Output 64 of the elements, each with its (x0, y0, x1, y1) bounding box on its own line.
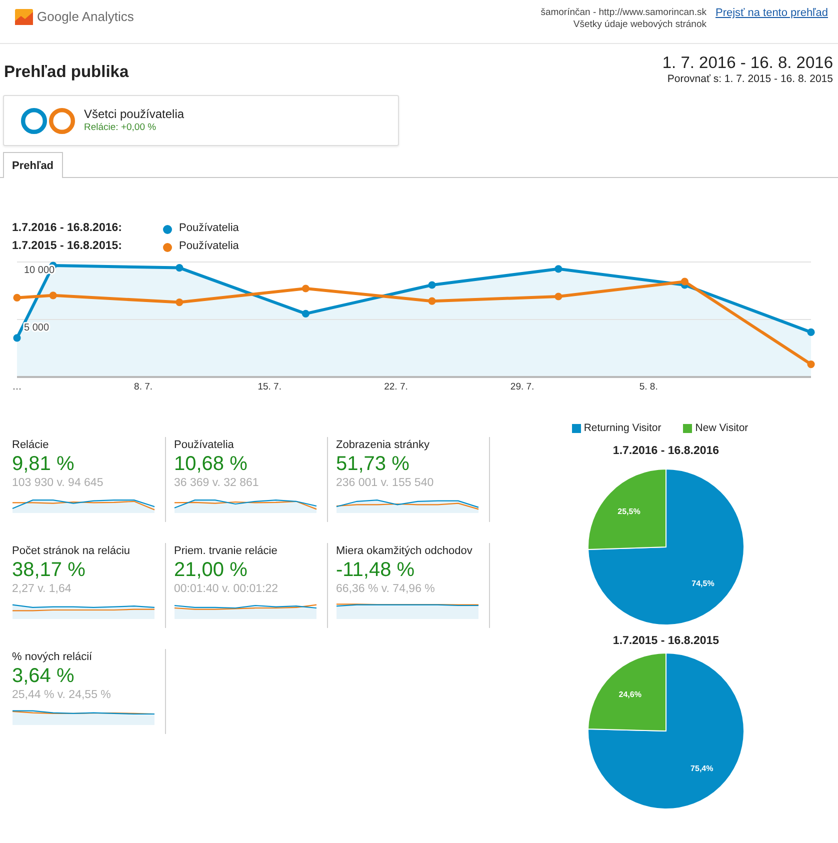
account-name: šamorínčan - http://www.samorincan.sk (540, 7, 706, 19)
report-link[interactable]: Prejsť na tento prehľad (715, 7, 828, 20)
metric-change: 51,73 % (336, 452, 410, 476)
axis-label: 5. 8. (639, 382, 658, 392)
metric-label: % nových relácií (12, 651, 92, 664)
metric-comparison: 66,36 % v. 74,96 % (336, 582, 435, 596)
metric-change: 38,17 % (12, 558, 86, 582)
data-point (554, 292, 562, 300)
slice-label: 25,5% (618, 507, 640, 516)
period-label: 1.7.2016 - 16.8.2016: (12, 222, 122, 236)
axis-label: 29. 7. (510, 382, 534, 392)
metric-label: Relácie (12, 439, 49, 452)
metric-label: Používatelia (174, 439, 234, 452)
data-point (176, 264, 184, 272)
metric-comparison: 00:01:40 v. 00:01:22 (174, 582, 278, 596)
data-point (807, 360, 815, 368)
data-point (176, 298, 184, 306)
series-label: Používatelia (179, 222, 239, 236)
metric-comparison: 25,44 % v. 24,55 % (12, 688, 111, 702)
metric-change: -11,48 % (336, 558, 415, 582)
legend-label: New Visitor (695, 422, 748, 434)
axis-label: 8. 7. (134, 382, 153, 392)
metric-comparison: 36 369 v. 32 861 (174, 476, 259, 490)
legend-label: Returning Visitor (584, 422, 662, 434)
axis-label: 15. 7. (258, 382, 282, 392)
view-name: Všetky údaje webových stránok (573, 19, 706, 31)
series-label: Používatelia (179, 240, 239, 254)
data-point (49, 292, 57, 300)
metric-change: 21,00 % (174, 558, 248, 582)
data-point (428, 297, 436, 305)
metric-change: 9,81 % (12, 452, 74, 476)
tab[interactable]: Prehľad (3, 152, 63, 178)
slice-label: 74,5% (692, 578, 714, 588)
metric-label: Miera okamžitých odchodov (336, 545, 472, 558)
data-point (807, 328, 815, 336)
metric-label: Priem. trvanie relácie (174, 545, 278, 558)
metric-label: Počet stránok na reláciu (12, 545, 130, 558)
pie-title: 1.7.2015 - 16.8.2015 (612, 634, 720, 648)
date-range[interactable]: 1. 7. 2016 - 16. 8. 2016 (662, 53, 833, 73)
metric-comparison: 236 001 v. 155 540 (336, 476, 434, 490)
metric-comparison: 103 930 v. 94 645 (12, 476, 104, 490)
data-point (302, 284, 310, 292)
page-title: Prehľad publika (4, 62, 129, 82)
pie-title: 1.7.2016 - 16.8.2016 (612, 444, 720, 458)
compare-range: Porovnať s: 1. 7. 2015 - 16. 8. 2015 (667, 73, 833, 86)
axis-label: 22. 7. (384, 382, 408, 392)
metric-comparison: 2,27 v. 1,64 (12, 582, 72, 596)
product-name: Google Analytics (37, 9, 134, 25)
data-point (428, 281, 436, 289)
metric-change: 10,68 % (174, 452, 248, 476)
slice-label: 75,4% (690, 764, 714, 773)
segment-name: Všetci používatelia (84, 107, 184, 122)
slice-label: 24,6% (618, 690, 642, 700)
data-point (554, 265, 562, 273)
metric-change: 3,64 % (12, 664, 74, 688)
logo-icon (15, 9, 33, 25)
axis-label: … (12, 382, 22, 392)
data-point (13, 294, 21, 302)
axis-label: 5 000 (24, 322, 50, 334)
data-point (13, 334, 21, 342)
segment-detail: Relácie: +0,00 % (84, 122, 156, 134)
metric-label: Zobrazenia stránky (336, 439, 430, 452)
period-label: 1.7.2015 - 16.8.2015: (12, 240, 122, 254)
data-point (302, 310, 310, 318)
